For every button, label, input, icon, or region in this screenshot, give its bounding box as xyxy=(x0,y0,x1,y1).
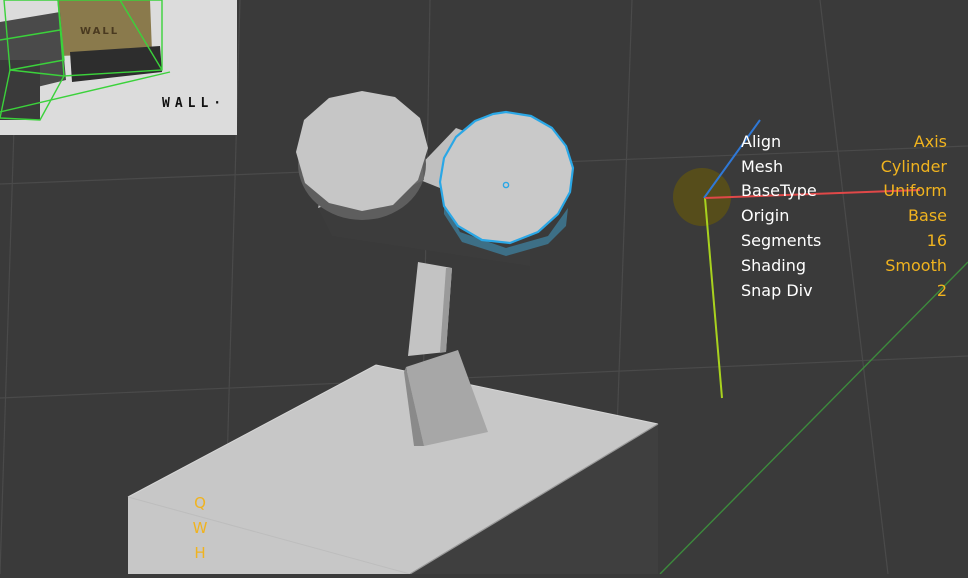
panel-label: BaseType xyxy=(741,181,817,200)
robot-right-eye-cylinder-selected[interactable] xyxy=(438,110,575,256)
hotkey-hint: Q xyxy=(194,494,206,512)
3d-viewport[interactable]: WALL WALL· Align Axis Mesh Cylinder Base… xyxy=(0,0,968,575)
robot-left-eye-cylinder[interactable] xyxy=(296,91,428,220)
panel-value[interactable]: Cylinder xyxy=(881,157,947,176)
panel-value[interactable]: Smooth xyxy=(885,256,947,275)
hotkey-hint: H xyxy=(194,544,206,562)
panel-row-origin[interactable]: Origin Base xyxy=(741,206,947,231)
reference-image-caption: WALL· xyxy=(162,96,227,111)
panel-label: Snap Div xyxy=(741,281,813,300)
panel-value[interactable]: Base xyxy=(908,206,947,225)
panel-row-shading[interactable]: Shading Smooth xyxy=(741,256,947,281)
panel-label: Origin xyxy=(741,206,790,225)
reference-image-thumbnail: WALL WALL· xyxy=(0,0,237,135)
panel-value[interactable]: 16 xyxy=(927,231,947,250)
robot-base-cube[interactable] xyxy=(127,364,659,575)
floor-y-axis-line xyxy=(659,261,968,575)
robot-body-label: WALL xyxy=(80,26,120,37)
panel-value[interactable]: Uniform xyxy=(883,181,947,200)
robot-lower-neck[interactable] xyxy=(404,350,488,446)
panel-label: Align xyxy=(741,132,782,151)
gizmo-y-axis xyxy=(704,197,723,399)
panel-label: Mesh xyxy=(741,157,784,176)
robot-upper-neck[interactable] xyxy=(408,262,452,356)
panel-row-segments[interactable]: Segments 16 xyxy=(741,231,947,256)
panel-row-align[interactable]: Align Axis xyxy=(741,132,947,157)
panel-row-basetype[interactable]: BaseType Uniform xyxy=(741,181,947,206)
panel-value[interactable]: 2 xyxy=(937,281,947,300)
panel-label: Shading xyxy=(741,256,806,275)
hotkey-hint: W xyxy=(192,519,208,537)
panel-row-snap-div[interactable]: Snap Div 2 xyxy=(741,281,947,306)
panel-row-mesh[interactable]: Mesh Cylinder xyxy=(741,157,947,182)
panel-value[interactable]: Axis xyxy=(914,132,947,151)
panel-label: Segments xyxy=(741,231,822,250)
